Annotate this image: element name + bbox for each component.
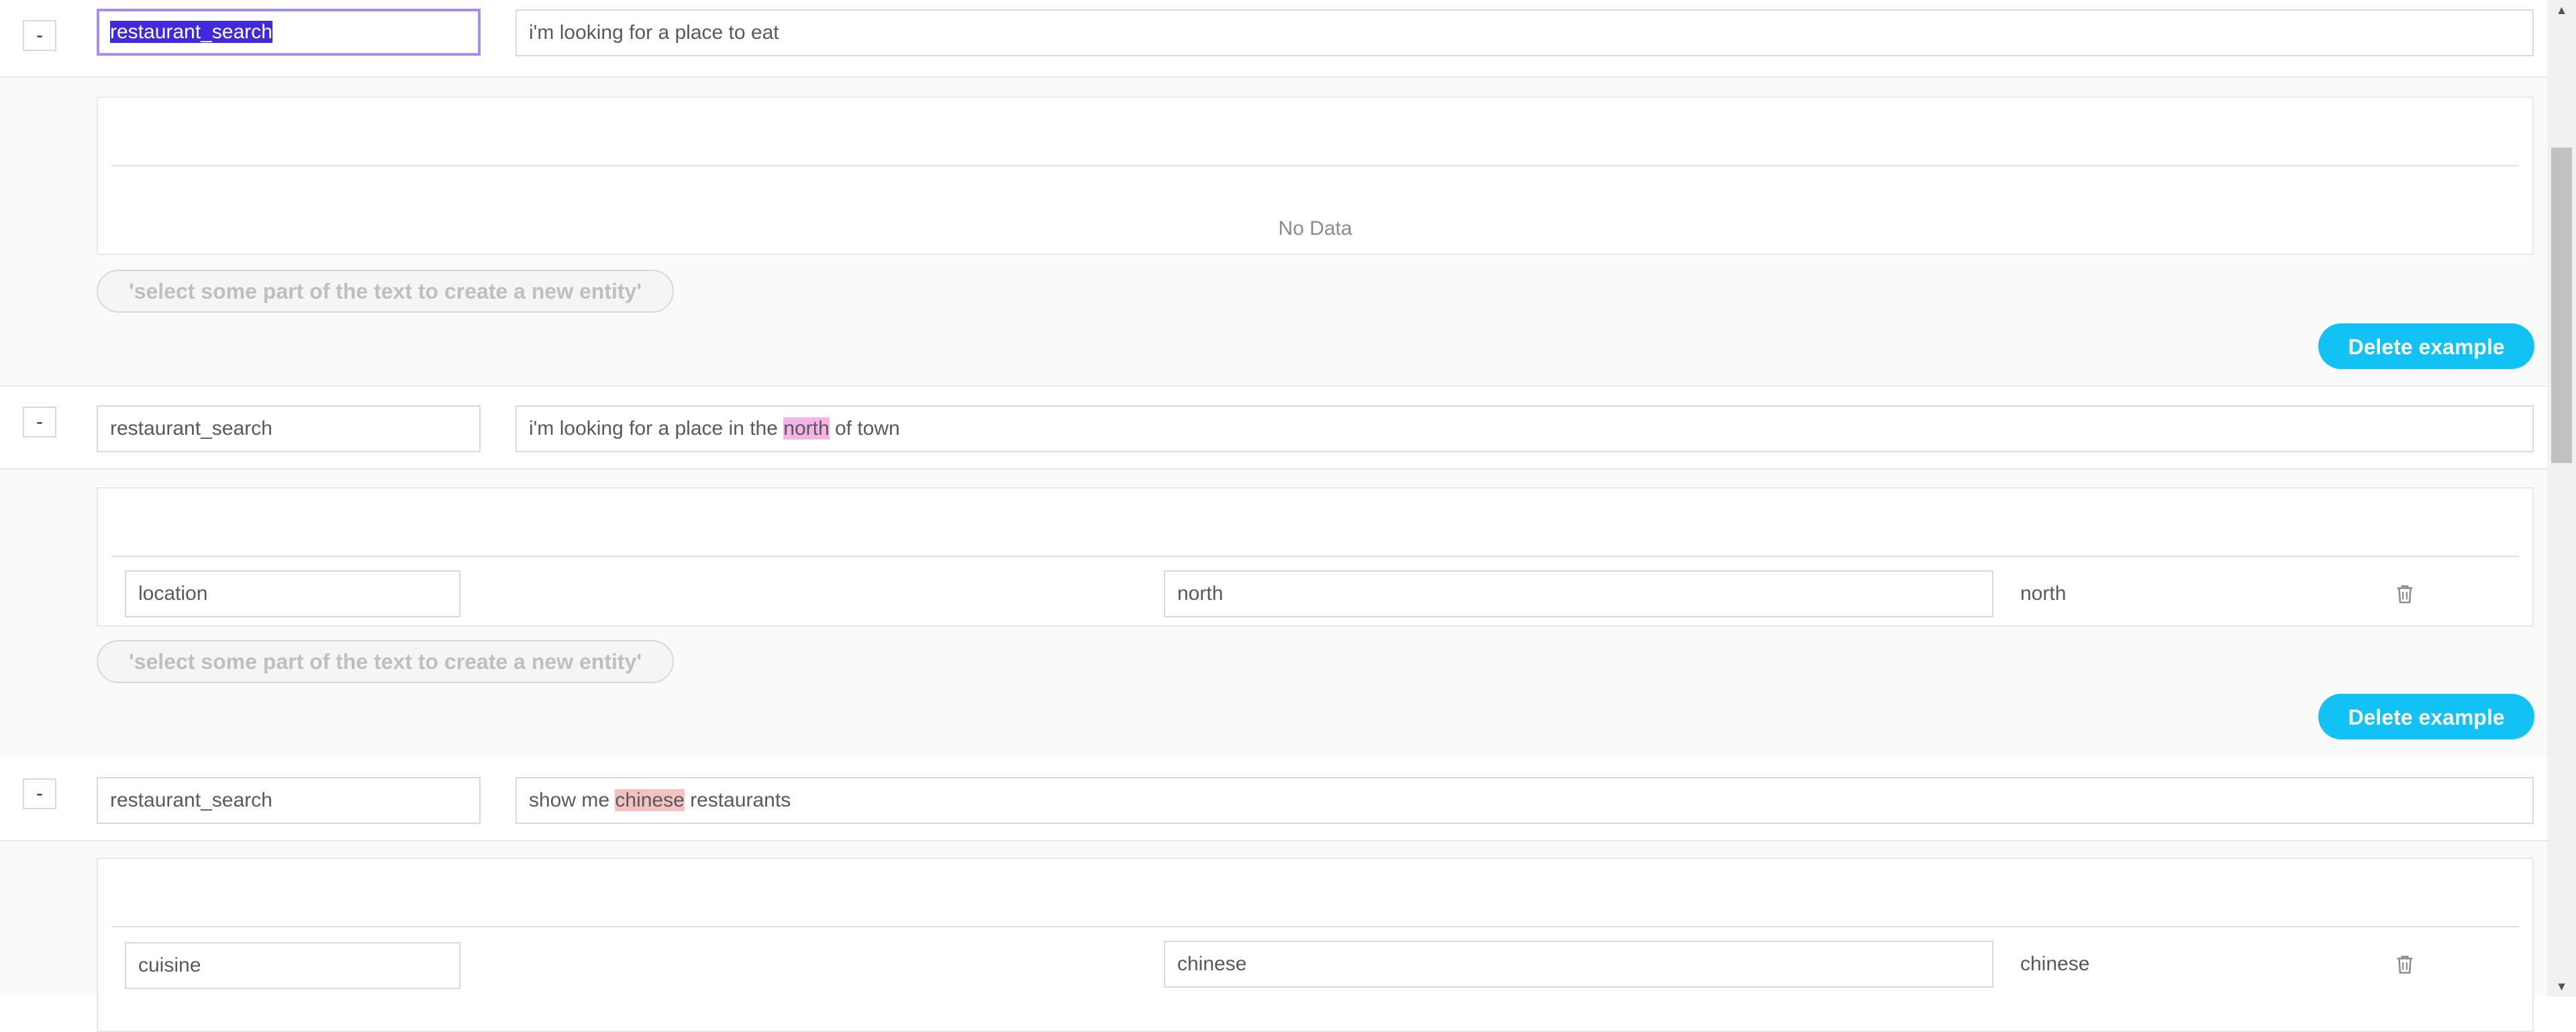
entity-value-input[interactable]: chinese bbox=[1164, 941, 1993, 988]
example-details-panel: No Data 'select some part of the text to… bbox=[0, 78, 2547, 386]
entity-highlight: chinese bbox=[615, 789, 685, 811]
entities-table: No Data bbox=[97, 97, 2534, 255]
trash-icon[interactable] bbox=[2393, 582, 2416, 605]
example-text-input[interactable]: i'm looking for a place in the north of … bbox=[515, 405, 2534, 452]
entities-table: cuisine chinese chinese bbox=[97, 858, 2534, 1032]
entities-table: location north north bbox=[97, 487, 2534, 627]
example-row: - restaurant_search i'm looking for a pl… bbox=[0, 0, 2547, 78]
triangle-down-icon[interactable]: ▼ bbox=[2547, 976, 2576, 996]
table-header-divider bbox=[111, 556, 2519, 557]
training-examples-list: - restaurant_search i'm looking for a pl… bbox=[0, 0, 2547, 1032]
delete-example-button[interactable]: Delete example bbox=[2318, 694, 2534, 739]
create-entity-hint-button[interactable]: 'select some part of the text to create … bbox=[97, 270, 674, 313]
entity-name-input[interactable]: cuisine bbox=[125, 942, 460, 989]
example-details-panel: location north north 'select some part o… bbox=[0, 470, 2547, 760]
collapse-button[interactable]: - bbox=[23, 20, 56, 51]
selected-text: restaurant_search bbox=[110, 21, 273, 43]
triangle-up-icon[interactable]: ▲ bbox=[2547, 0, 2576, 20]
example-text-after: of town bbox=[829, 417, 900, 440]
example-text-before: show me bbox=[529, 789, 615, 811]
entity-value: north bbox=[2020, 582, 2067, 605]
example-text-after: restaurants bbox=[684, 789, 791, 811]
example-text-before: i'm looking for a place in the bbox=[529, 417, 784, 440]
entity-highlight: north bbox=[783, 417, 830, 440]
example-text: i'm looking for a place to eat bbox=[529, 21, 779, 44]
table-header-divider bbox=[111, 926, 2519, 927]
intent-input[interactable]: restaurant_search bbox=[97, 777, 481, 824]
create-entity-hint-button[interactable]: 'select some part of the text to create … bbox=[97, 640, 674, 683]
example-details-panel: cuisine chinese chinese bbox=[0, 841, 2547, 1032]
collapse-button[interactable]: - bbox=[23, 407, 56, 437]
vertical-scrollbar[interactable]: ▲ ▼ bbox=[2547, 0, 2576, 996]
example-text-input[interactable]: show me chinese restaurants bbox=[515, 777, 2534, 824]
no-data-text: No Data bbox=[1278, 217, 1352, 240]
example-text-input[interactable]: i'm looking for a place to eat bbox=[515, 9, 2534, 56]
table-header-divider bbox=[111, 165, 2519, 166]
entity-name-input[interactable]: location bbox=[125, 570, 460, 617]
entity-value-input[interactable]: north bbox=[1164, 570, 1993, 617]
delete-example-button[interactable]: Delete example bbox=[2318, 323, 2534, 369]
intent-input[interactable]: restaurant_search bbox=[97, 405, 481, 452]
collapse-button[interactable]: - bbox=[23, 778, 56, 809]
entity-value: chinese bbox=[2020, 953, 2090, 975]
scrollbar-thumb[interactable] bbox=[2551, 148, 2572, 463]
trash-icon[interactable] bbox=[2393, 953, 2416, 976]
intent-input[interactable]: restaurant_search bbox=[97, 9, 481, 56]
example-row: - restaurant_search show me chinese rest… bbox=[0, 758, 2547, 841]
example-row: - restaurant_search i'm looking for a pl… bbox=[0, 386, 2547, 470]
